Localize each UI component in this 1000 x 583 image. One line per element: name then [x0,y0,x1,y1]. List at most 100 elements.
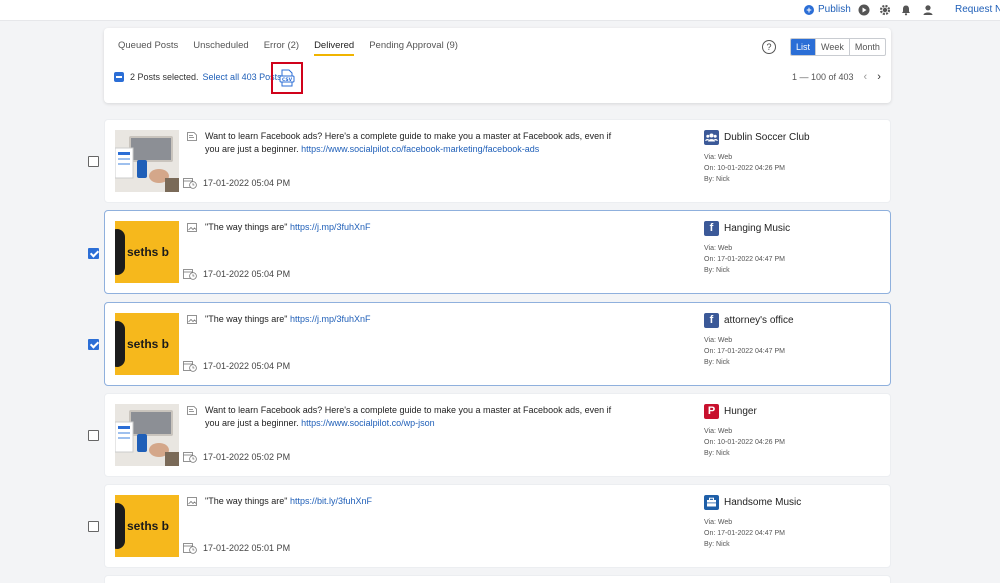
account-name: Dublin Soccer Club [724,132,810,143]
view-switcher: List Week Month [790,38,886,56]
select-all-posts-link[interactable]: Select all 403 Posts [203,72,282,82]
account-name: Hanging Music [724,223,791,234]
post-checkbox[interactable] [88,430,99,441]
facebook-icon: f [704,221,719,236]
tab-pending-approval[interactable]: Pending Approval (9) [369,40,458,56]
post-time: 17-01-2022 05:01 PM [203,543,291,553]
view-list-button[interactable]: List [791,39,816,55]
post-link[interactable]: https://j.mp/3fuhXnF [290,314,371,324]
post-text-body: "The way things are" [205,314,288,324]
image-post-icon [187,315,197,324]
post-by: By: Nick [704,176,730,183]
account-name: attorney's office [724,315,794,326]
pagination-range: 1 — 100 of 403 [792,72,854,82]
post-schedule: 17-01-2022 05:01 PM [183,542,290,554]
post-time: 17-01-2022 05:02 PM [203,452,291,462]
select-all-checkbox[interactable] [114,72,124,82]
post-thumbnail: seths b [115,495,179,557]
calendar-clock-icon [183,178,197,189]
post-row[interactable]: Want to learn Facebook ads? Here's a com… [104,393,891,477]
tab-delivered[interactable]: Delivered [314,40,355,56]
post-checkbox[interactable] [88,521,99,532]
calendar-clock-icon [183,361,197,372]
post-meta: Via: Web On: 10-01-2022 04:26 PM By: Nic… [704,426,785,459]
post-on: On: 17-01-2022 04:47 PM [704,348,785,355]
pinterest-icon: P [704,404,719,419]
post-link[interactable]: https://www.socialpilot.co/wp-json [301,418,435,428]
post-text-body: "The way things are" [205,222,288,232]
chevron-left-icon[interactable]: ‹ [864,71,868,83]
chevron-right-icon[interactable]: › [877,71,881,83]
thumbnail-text: seths b [127,245,170,259]
view-month-button[interactable]: Month [848,39,885,55]
post-text: Want to learn Facebook ads? Here's a com… [205,130,625,156]
status-tabs: Queued Posts Unscheduled Error (2) Deliv… [118,40,473,56]
user-icon[interactable] [922,4,934,16]
post-type-icon [187,132,197,141]
post-by: By: Nick [704,359,730,366]
post-via: Via: Web [704,519,733,526]
post-text: "The way things are" https://bit.ly/3fuh… [205,495,625,508]
thumbnail-figure [115,229,125,275]
thumbnail-figure [115,321,125,367]
post-row[interactable] [104,575,891,583]
help-icon[interactable]: ? [762,40,776,54]
post-on: On: 10-01-2022 04:26 PM [704,165,785,172]
post-thumbnail: seths b [115,221,179,283]
csv-export-button[interactable]: CSV [271,62,303,94]
plus-circle-icon: + [804,4,814,15]
request-link[interactable]: Request Ne [955,4,1000,15]
post-checkbox[interactable] [88,339,99,350]
selected-count-text: 2 Posts selected. [130,72,199,82]
post-link[interactable]: https://j.mp/3fuhXnF [290,222,371,232]
account-name: Hunger [724,406,757,417]
calendar-clock-icon [183,269,197,280]
post-via: Via: Web [704,154,733,161]
tab-error[interactable]: Error (2) [264,40,299,56]
posts-header-card: Queued Posts Unscheduled Error (2) Deliv… [104,28,891,103]
view-week-button[interactable]: Week [815,39,849,55]
post-meta: Via: Web On: 17-01-2022 04:47 PM By: Nic… [704,243,785,276]
post-meta: Via: Web On: 17-01-2022 04:47 PM By: Nic… [704,335,785,368]
post-thumbnail [115,404,179,466]
pagination: 1 — 100 of 403 ‹ › [792,71,881,83]
publish-label: Publish [818,4,851,15]
post-row[interactable]: Want to learn Facebook ads? Here's a com… [104,119,891,203]
post-via: Via: Web [704,337,733,344]
post-row[interactable]: seths b "The way things are" https://j.m… [104,302,891,386]
group-icon [704,130,719,145]
post-schedule: 17-01-2022 05:04 PM [183,360,290,372]
tab-unscheduled[interactable]: Unscheduled [193,40,248,56]
thumbnail-figure [115,503,125,549]
post-checkbox[interactable] [88,156,99,167]
post-link[interactable]: https://www.socialpilot.co/facebook-mark… [301,144,539,154]
image-post-icon [187,223,197,232]
post-meta: Via: Web On: 17-01-2022 04:47 PM By: Nic… [704,517,785,550]
post-checkbox[interactable] [88,248,99,259]
post-via: Via: Web [704,245,733,252]
post-on: On: 17-01-2022 04:47 PM [704,530,785,537]
post-thumbnail [115,130,179,192]
post-schedule: 17-01-2022 05:02 PM [183,451,290,463]
play-icon[interactable] [858,4,870,16]
post-row[interactable]: seths b "The way things are" https://bit… [104,484,891,568]
post-on: On: 10-01-2022 04:26 PM [704,439,785,446]
calendar-clock-icon [183,452,197,463]
linkedin-company-icon [704,495,719,510]
publish-button[interactable]: + Publish [804,4,851,15]
csv-file-icon: CSV [279,69,295,87]
post-meta: Via: Web On: 10-01-2022 04:26 PM By: Nic… [704,152,785,185]
facebook-icon: f [704,313,719,328]
post-type-icon [187,406,197,415]
post-time: 17-01-2022 05:04 PM [203,269,291,279]
gear-icon[interactable] [879,4,891,16]
image-post-icon [187,497,197,506]
post-schedule: 17-01-2022 05:04 PM [183,177,290,189]
post-by: By: Nick [704,450,730,457]
bell-icon[interactable] [900,4,912,16]
tab-queued-posts[interactable]: Queued Posts [118,40,178,56]
post-on: On: 17-01-2022 04:47 PM [704,256,785,263]
post-link[interactable]: https://bit.ly/3fuhXnF [290,496,372,506]
post-row[interactable]: seths b "The way things are" https://j.m… [104,210,891,294]
post-by: By: Nick [704,267,730,274]
